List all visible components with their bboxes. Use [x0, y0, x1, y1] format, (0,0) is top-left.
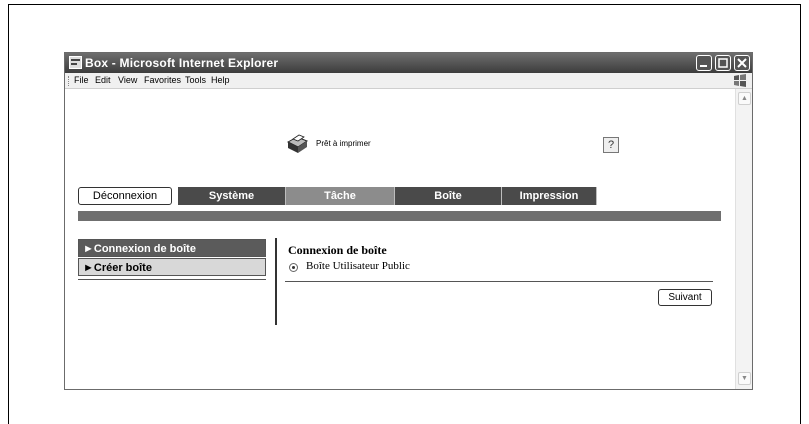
radio-selected-dot [292, 266, 295, 269]
maximize-button[interactable] [715, 55, 731, 71]
scroll-down-icon[interactable]: ▼ [738, 372, 751, 385]
title-bar: Box - Microsoft Internet Explorer [65, 53, 752, 73]
vertical-divider [275, 238, 277, 325]
menu-bar: File Edit View Favorites Tools Help [65, 73, 752, 89]
close-icon [737, 58, 747, 68]
left-navigation: ►Connexion de boîte ►Créer boîte [78, 239, 268, 280]
minimize-button[interactable] [696, 55, 712, 71]
maximize-icon [718, 58, 728, 68]
menu-help[interactable]: Help [211, 75, 230, 85]
ie-icon [69, 56, 82, 69]
logout-button[interactable]: Déconnexion [78, 187, 172, 205]
minimize-icon [700, 65, 707, 67]
menu-favorites[interactable]: Favorites [144, 75, 181, 85]
menu-grip [68, 76, 71, 86]
menu-tools[interactable]: Tools [185, 75, 206, 85]
public-box-label[interactable]: Boîte Utilisateur Public [306, 260, 410, 272]
nav-divider [78, 279, 266, 280]
close-button[interactable] [734, 55, 750, 71]
nav-item-creer-boite[interactable]: ►Créer boîte [78, 258, 266, 276]
form-divider [285, 281, 713, 282]
help-button[interactable]: ? [603, 137, 619, 153]
menu-file[interactable]: File [74, 75, 89, 85]
window-title: Box - Microsoft Internet Explorer [85, 56, 279, 70]
browser-window: Box - Microsoft Internet Explorer File E… [64, 52, 753, 390]
tab-impression[interactable]: Impression [502, 187, 597, 205]
tab-systeme[interactable]: Système [178, 187, 286, 205]
tab-tache[interactable]: Tâche [286, 187, 395, 205]
public-box-radio[interactable] [289, 263, 298, 272]
header-band [78, 211, 721, 221]
windows-logo-icon [734, 74, 746, 87]
menu-edit[interactable]: Edit [95, 75, 111, 85]
printer-icon [286, 134, 309, 153]
vertical-scrollbar[interactable]: ▲ ▼ [735, 89, 752, 389]
menu-view[interactable]: View [118, 75, 137, 85]
next-button[interactable]: Suivant [658, 289, 712, 306]
printer-status: Prêt à imprimer [316, 139, 371, 148]
section-title: Connexion de boîte [288, 243, 387, 257]
scroll-up-icon[interactable]: ▲ [738, 92, 751, 105]
nav-item-connexion-boite[interactable]: ►Connexion de boîte [78, 239, 266, 257]
tab-boite[interactable]: Boîte [395, 187, 502, 205]
